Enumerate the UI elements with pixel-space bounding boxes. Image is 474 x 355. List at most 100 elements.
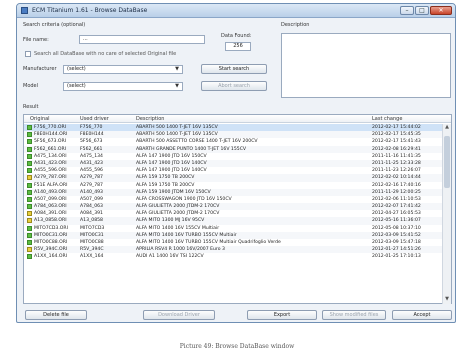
model-select-value: (select) bbox=[67, 83, 86, 89]
table-row[interactable]: A084_391.ORI A084_391 ALFA GIULIETTA 2000 … bbox=[24, 210, 443, 217]
ok-status-icon bbox=[27, 160, 32, 166]
cell-used-driver: F8E0H144 bbox=[80, 132, 104, 138]
data-found-value: 256 bbox=[225, 42, 251, 51]
cell-last-change: 2011-11-29 12:00:25 bbox=[372, 189, 421, 195]
cell-description: ALFA GIULIETTA 2000 JTDM-2 170CV bbox=[136, 204, 220, 210]
description-label: Description bbox=[281, 22, 310, 28]
modified-status-icon bbox=[27, 175, 32, 181]
cell-original: A140_493.ORI bbox=[34, 189, 67, 195]
ok-status-icon bbox=[27, 132, 32, 138]
accept-button[interactable]: Accept bbox=[392, 310, 452, 320]
table-row[interactable]: R5V_394C.ORI R5V_394C APRILIA RSV4 R 1000 … bbox=[24, 246, 443, 254]
app-icon bbox=[21, 7, 28, 14]
cell-description: ALFA 159 1750 TB 200CV bbox=[136, 175, 195, 181]
cell-last-change: 2012-03-09 15:41:52 bbox=[372, 232, 421, 238]
model-select[interactable]: (select) ▼ bbox=[63, 82, 183, 91]
cell-last-change: 2012-01-25 17:10:13 bbox=[372, 254, 421, 260]
manufacturer-select[interactable]: (select) ▼ bbox=[63, 65, 183, 74]
scroll-up-icon[interactable]: ▲ bbox=[443, 124, 451, 132]
cell-used-driver: 5F56_673 bbox=[80, 139, 103, 145]
ok-status-icon bbox=[27, 168, 32, 174]
cell-original: A475_134.ORI bbox=[34, 153, 67, 159]
column-header-used-driver[interactable]: Used driver bbox=[80, 116, 109, 122]
modified-status-icon bbox=[27, 218, 32, 224]
cell-description: ALFA MITO 1400 16V TURBO 155CV Multiair bbox=[136, 232, 237, 238]
modified-status-icon bbox=[27, 247, 32, 253]
table-row[interactable]: A431_423.ORI A431_423 ALFA 147 1900 JTD 16… bbox=[24, 159, 443, 168]
table-row[interactable]: F756_770.ORI F756_770 ABARTH 500 1400 T-JE… bbox=[24, 124, 443, 132]
table-row[interactable]: MITO0C31.ORI MITO0C31 ALFA MITO 1400 16V T… bbox=[24, 231, 443, 239]
cell-original: R5V_394C.ORI bbox=[34, 247, 68, 253]
search-all-checkbox[interactable] bbox=[25, 51, 31, 57]
search-criteria-label: Search criteria (optional) bbox=[23, 22, 86, 28]
cell-used-driver: A084_391 bbox=[80, 211, 103, 217]
column-header-description[interactable]: Description bbox=[136, 116, 164, 122]
figure-caption: Picture 49: Browse DataBase window bbox=[179, 343, 295, 350]
scroll-thumb[interactable] bbox=[444, 136, 450, 188]
cell-used-driver: A279_787 bbox=[80, 182, 103, 188]
table-row[interactable]: A140_493.ORI A140_493 ALFA 159 1900 JTDM 1… bbox=[24, 188, 443, 196]
cell-original: 5F56_673.ORI bbox=[34, 139, 67, 145]
cell-last-change: 2012-02-08 16:29:41 bbox=[372, 146, 421, 152]
cell-original: A13_0858.ORI bbox=[34, 218, 67, 224]
table-row[interactable]: F51E ALFA.ORI A279_787 ALFA 159 1750 TB 20… bbox=[24, 182, 443, 189]
close-button[interactable]: ✕ bbox=[430, 6, 452, 15]
table-row[interactable]: A475_134.ORI A475_134 ALFA 147 1900 JTD 16… bbox=[24, 153, 443, 160]
download-driver-button[interactable]: Download Driver bbox=[143, 310, 215, 320]
cell-used-driver: A279_787 bbox=[80, 175, 103, 181]
file-name-input[interactable]: ... bbox=[79, 35, 205, 44]
cell-description: ALFA 147 1900 JTD 16V 150CV bbox=[136, 153, 207, 159]
table-row[interactable]: MITO0C88.ORI MITO0C88 ALFA MITO 1400 16V T… bbox=[24, 239, 443, 246]
cell-description: ABARTH 500 1400 T-JET 16V 135CV bbox=[136, 125, 218, 130]
table-row[interactable]: A279_787.ORI A279_787 ALFA 159 1750 TB 200… bbox=[24, 174, 443, 182]
cell-last-change: 2012-02-16 17:40:16 bbox=[372, 182, 421, 188]
cell-used-driver: MITO0C88 bbox=[80, 240, 104, 245]
data-found-label: Data Found: bbox=[221, 33, 252, 39]
column-header-last-change[interactable]: Last change bbox=[372, 116, 402, 122]
window-title: ECM Titanium 1.61 - Browse DataBase bbox=[32, 7, 148, 14]
cell-used-driver: MITO0C31 bbox=[80, 232, 104, 238]
cell-original: MITO0C31.ORI bbox=[34, 232, 68, 238]
table-row[interactable]: A455_596.ORI A455_596 ALFA 147 1900 JTD 16… bbox=[24, 167, 443, 174]
cell-last-change: 2012-04-27 16:05:53 bbox=[372, 211, 421, 217]
minimize-button[interactable]: – bbox=[400, 6, 414, 15]
cell-original: MITO7CD3.ORI bbox=[34, 225, 68, 231]
vertical-scrollbar[interactable]: ▲ ▼ bbox=[442, 124, 451, 304]
cell-last-change: 2012-02-17 15:45:35 bbox=[372, 132, 421, 138]
cell-description: ALFA MITO 1300 MJ 16V 95CV bbox=[136, 218, 205, 224]
abort-search-button[interactable]: Abort search bbox=[201, 81, 267, 91]
table-row[interactable]: F562_661.ORI F562_661 ABARTH GRANDE PUNTO … bbox=[24, 145, 443, 153]
export-button[interactable]: Export bbox=[247, 310, 317, 320]
column-header-original[interactable]: Original bbox=[30, 116, 50, 122]
model-label: Model bbox=[23, 83, 39, 89]
table-row[interactable]: MITO7CD3.ORI MITO7CD3 ALFA MITO 1400 16V 1… bbox=[24, 225, 443, 232]
cell-original: A784_063.ORI bbox=[34, 204, 67, 210]
ok-status-icon bbox=[27, 139, 32, 145]
cell-original: A1XX_164.ORI bbox=[34, 254, 68, 260]
cell-description: ALFA 147 1900 JTD 16V 140CV bbox=[136, 160, 207, 166]
cell-description: ALFA 159 1750 TB 200CV bbox=[136, 182, 195, 188]
table-row[interactable]: F8E0H144.ORI F8E0H144 ABARTH 500 1400 T-JE… bbox=[24, 131, 443, 139]
cell-description: ALFA GIULIETTA 2000 JTDM-2 170CV bbox=[136, 211, 220, 217]
table-row[interactable]: 5F56_673.ORI 5F56_673 ABARTH 500 ASSETTO C… bbox=[24, 138, 443, 145]
start-search-button[interactable]: Start search bbox=[201, 64, 267, 74]
table-row[interactable]: A1XX_164.ORI A1XX_164 AUDI A1 1400 16V TSI… bbox=[24, 253, 443, 260]
cell-used-driver: A784_063 bbox=[80, 204, 103, 210]
scroll-down-icon[interactable]: ▼ bbox=[443, 296, 451, 304]
cell-used-driver: F756_770 bbox=[80, 125, 103, 130]
table-row[interactable]: A507_099.ORI A507_099 ALFA CROSSWAGON 1900… bbox=[24, 196, 443, 203]
cell-used-driver: A507_099 bbox=[80, 196, 103, 202]
cell-last-change: 2012-02-17 15:41:43 bbox=[372, 139, 421, 145]
cell-used-driver: A13_0858 bbox=[80, 218, 103, 224]
cell-last-change: 2012-02-02 10:14:44 bbox=[372, 175, 421, 181]
table-row[interactable]: A784_063.ORI A784_063 ALFA GIULIETTA 2000 … bbox=[24, 203, 443, 211]
cell-used-driver: A455_596 bbox=[80, 168, 103, 174]
cell-original: F756_770.ORI bbox=[34, 125, 67, 130]
table-row[interactable]: A13_0858.ORI A13_0858 ALFA MITO 1300 MJ 16… bbox=[24, 217, 443, 225]
title-bar[interactable]: ECM Titanium 1.61 - Browse DataBase – □ … bbox=[17, 4, 455, 18]
cell-original: A455_596.ORI bbox=[34, 168, 67, 174]
delete-file-button[interactable]: Delete file bbox=[25, 310, 87, 320]
maximize-button[interactable]: □ bbox=[415, 6, 429, 15]
cell-original: A507_099.ORI bbox=[34, 196, 67, 202]
show-modified-files-button[interactable]: Show modified files bbox=[322, 310, 386, 320]
